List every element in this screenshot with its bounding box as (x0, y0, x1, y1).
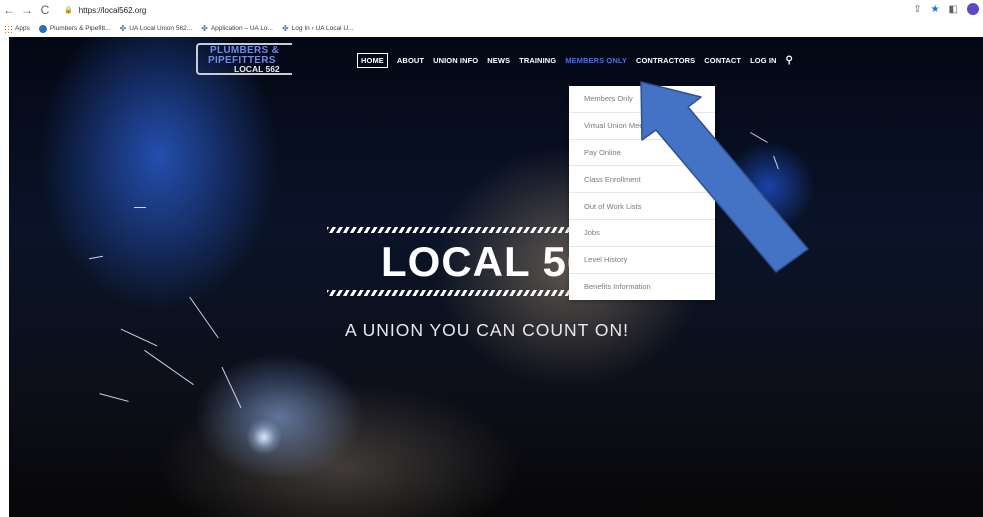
arrow-shape (640, 81, 809, 273)
annotation-arrow (640, 81, 809, 273)
